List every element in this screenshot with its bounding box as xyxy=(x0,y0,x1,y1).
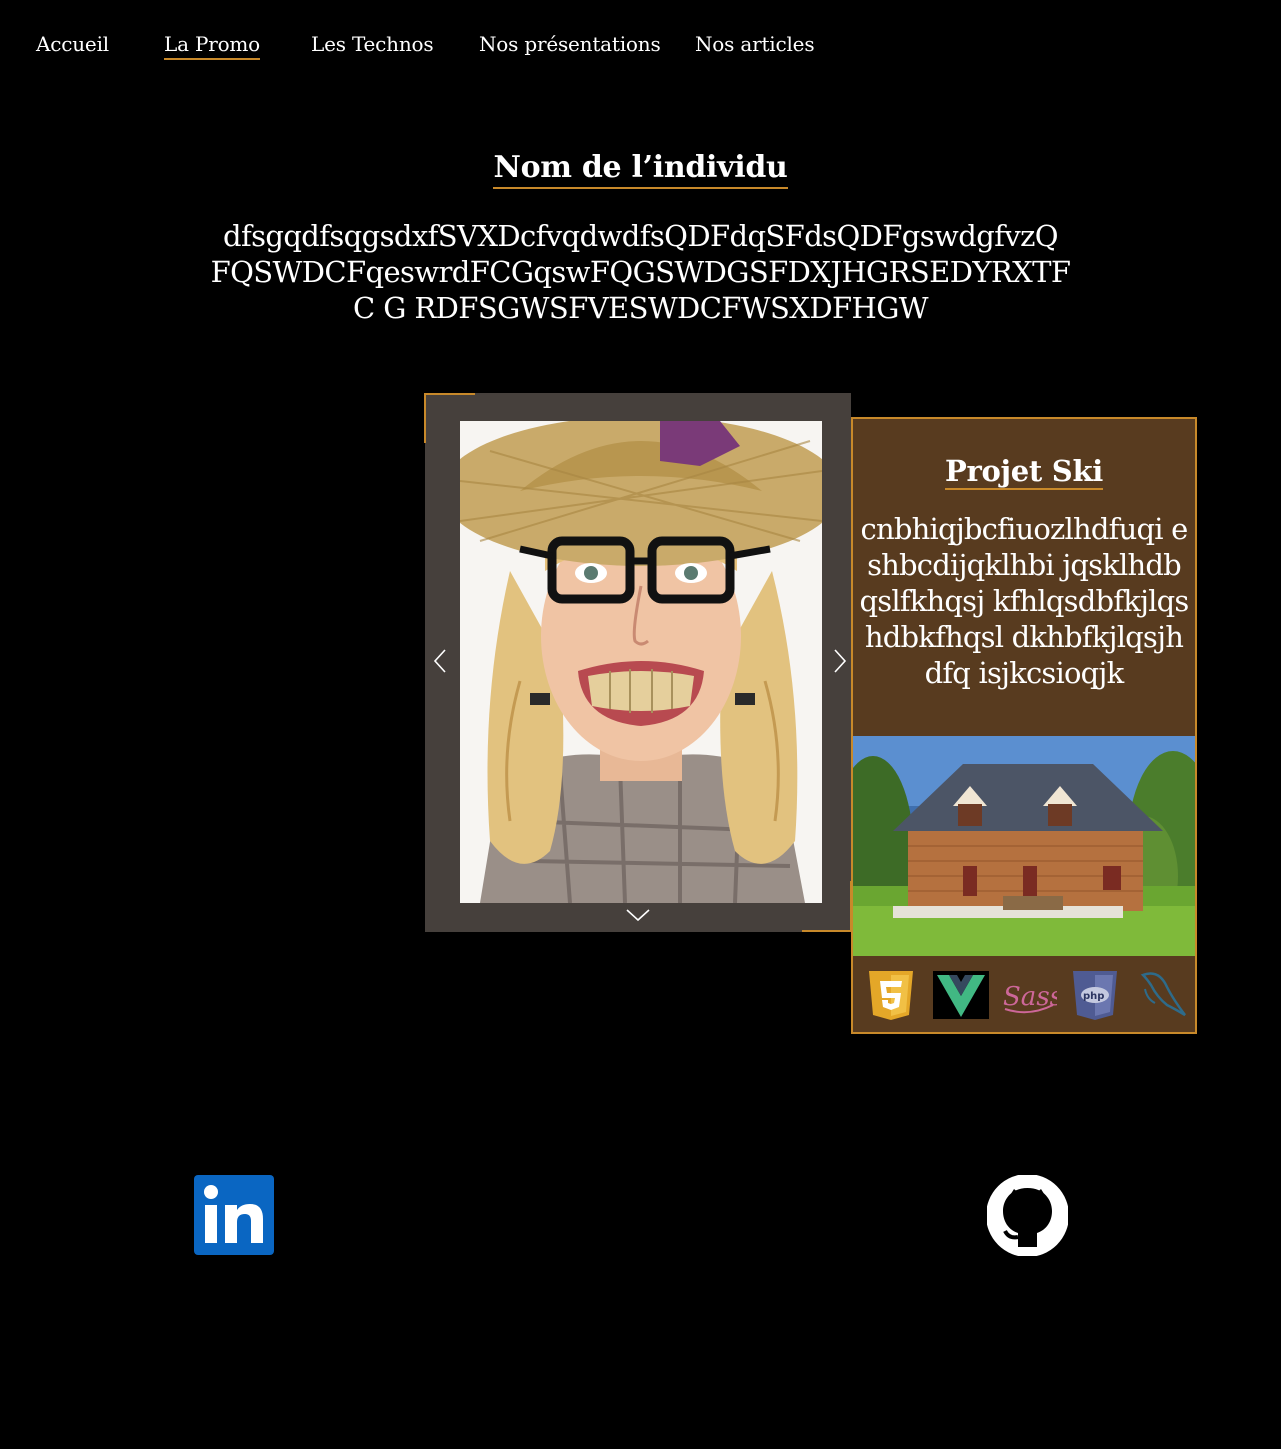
project-description: cnbhiqjbcfiuozlhdfuqi eshbcdijqklhbi jqs… xyxy=(859,512,1189,690)
project-title: Projet Ski xyxy=(945,454,1103,490)
vuejs-icon xyxy=(933,969,989,1021)
linkedin-icon xyxy=(194,1175,274,1255)
github-link[interactable] xyxy=(986,1174,1069,1257)
nav-link-les-technos[interactable]: Les Technos xyxy=(311,30,434,58)
linkedin-link[interactable] xyxy=(194,1175,274,1255)
person-bio: dfsgqdfsqgsdxfSVXDcfvqdwdfsQDFdqSFdsQDFg… xyxy=(210,219,1071,325)
chevron-left-icon xyxy=(433,649,446,673)
carousel-corner-bottom-right xyxy=(802,881,852,932)
carousel-corner-top-left xyxy=(424,393,475,443)
project-title-heading: Projet Ski xyxy=(853,453,1195,490)
person-name-heading: Nom de l’individu xyxy=(0,150,1281,189)
person-photo xyxy=(460,421,822,903)
project-image xyxy=(853,736,1195,956)
chevron-down-icon xyxy=(626,909,650,922)
person-name: Nom de l’individu xyxy=(493,150,788,189)
carousel-down-button[interactable] xyxy=(623,903,653,927)
nav-link-nos-presentations[interactable]: Nos présentations xyxy=(479,30,661,58)
mysql-icon xyxy=(1137,969,1189,1021)
nav-link-la-promo[interactable]: La Promo xyxy=(164,30,260,60)
php-icon: php xyxy=(1069,969,1121,1021)
photo-carousel xyxy=(425,393,851,932)
sass-icon: Sass xyxy=(1001,969,1063,1021)
svg-text:php: php xyxy=(1083,991,1104,1002)
project-tech-list: Sass php xyxy=(853,969,1195,1021)
html5-icon xyxy=(865,969,917,1021)
nav-link-accueil[interactable]: Accueil xyxy=(36,30,109,58)
carousel-prev-button[interactable] xyxy=(429,646,451,676)
chevron-right-icon xyxy=(834,649,847,673)
project-card: Projet Ski cnbhiqjbcfiuozlhdfuqi eshbcdi… xyxy=(851,417,1197,1034)
github-icon xyxy=(986,1174,1069,1257)
carousel-next-button[interactable] xyxy=(829,646,851,676)
nav-link-nos-articles[interactable]: Nos articles xyxy=(695,30,815,58)
